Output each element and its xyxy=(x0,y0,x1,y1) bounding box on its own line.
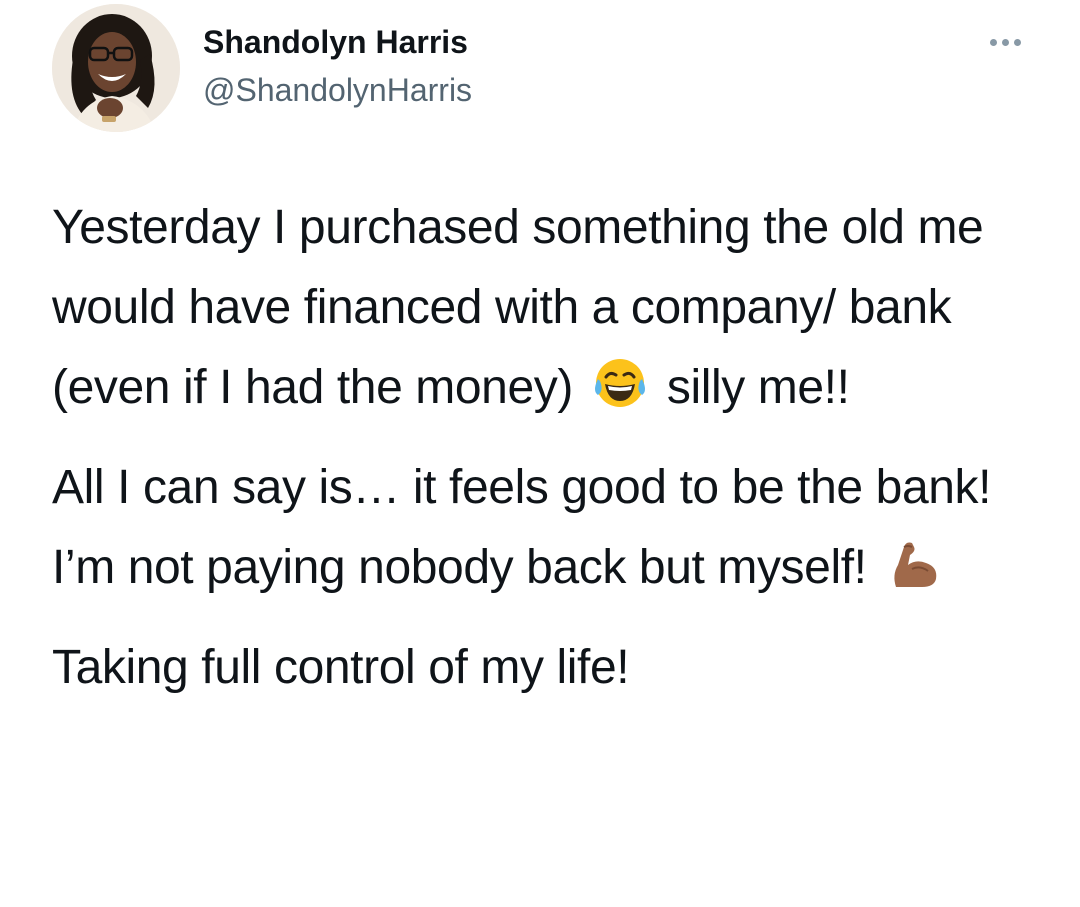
author-handle[interactable]: @ShandolynHarris xyxy=(203,72,472,109)
author-display-name[interactable]: Shandolyn Harris xyxy=(203,24,468,61)
flexed-biceps-icon xyxy=(886,535,942,591)
ellipsis-icon xyxy=(989,38,997,46)
face-with-tears-of-joy-icon xyxy=(592,355,648,411)
tweet-card: Shandolyn Harris @ShandolynHarris Yester… xyxy=(0,0,1080,907)
tweet-paragraph: All I can say is… it feels good to be th… xyxy=(52,448,1042,608)
tweet-paragraph: Yesterday I purchased something the old … xyxy=(52,188,1042,428)
ellipsis-icon xyxy=(1013,38,1021,46)
tweet-text: Yesterday I purchased something the old … xyxy=(52,188,1042,728)
tweet-paragraph: Taking full control of my life! xyxy=(52,628,1042,708)
ellipsis-icon xyxy=(1001,38,1009,46)
tweet-text-segment: All I can say is… it feels good to be th… xyxy=(52,461,992,594)
more-options-button[interactable] xyxy=(980,30,1030,54)
tweet-text-segment: silly me!! xyxy=(666,361,850,414)
profile-photo-icon xyxy=(52,4,180,132)
tweet-text-segment: Taking full control of my life! xyxy=(52,641,630,694)
author-avatar[interactable] xyxy=(52,4,180,132)
